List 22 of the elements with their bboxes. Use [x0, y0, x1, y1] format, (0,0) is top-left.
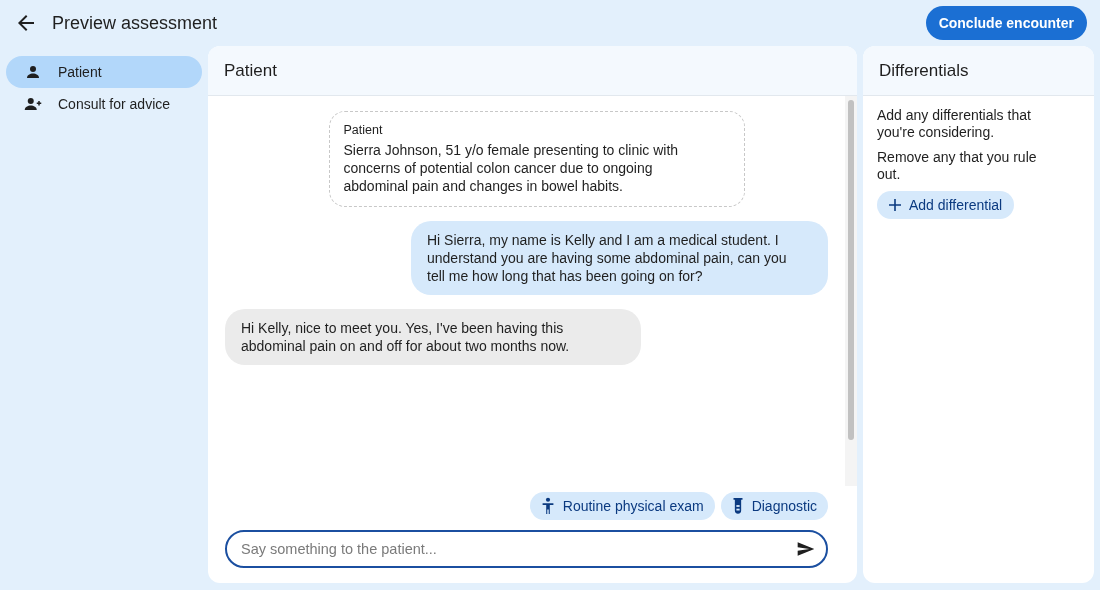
page-title: Preview assessment — [52, 12, 219, 34]
conclude-encounter-button[interactable]: Conclude encounter — [925, 6, 1087, 40]
send-icon[interactable] — [796, 540, 816, 558]
action-chip[interactable]: Diagnostic — [720, 492, 828, 520]
received-message: Hi Kelly, nice to meet you. Yes, I've been having this abdominal pain on and off for about two months now. — [225, 309, 641, 365]
sent-message: Hi Sierra, my name is Kelly and I am a medical student. I understand you are having some abdominal pain, can you tell me how long that has been going on for? — [411, 221, 828, 295]
person-figure-icon — [540, 497, 555, 515]
test-tube-icon — [731, 497, 744, 515]
message-input[interactable]: Say something to the patient... — [225, 530, 828, 568]
sidebar-item[interactable]: Patient — [6, 56, 202, 88]
add-differential-button[interactable]: Add differential — [877, 191, 1015, 219]
panel-title: Differentials — [879, 60, 969, 81]
panel-title: Patient — [224, 60, 277, 81]
sender-label: Patient — [343, 123, 384, 137]
context-text: Sierra Johnson, 51 y/o female presenting to clinic with concerns of potential colon cancer due to ongoing abdominal pain and changes in bowel habits. — [343, 141, 680, 195]
plus-icon — [889, 199, 901, 211]
hint-text: Remove any that you rule out. — [877, 149, 1038, 183]
hint-text: Add any differentials that you're considering. — [877, 107, 1032, 141]
scrollbar[interactable] — [845, 96, 857, 486]
action-chip[interactable]: Routine physical exam — [529, 492, 715, 520]
add-person-icon — [22, 95, 44, 113]
sidebar-item[interactable]: Consult for advice — [6, 88, 202, 120]
